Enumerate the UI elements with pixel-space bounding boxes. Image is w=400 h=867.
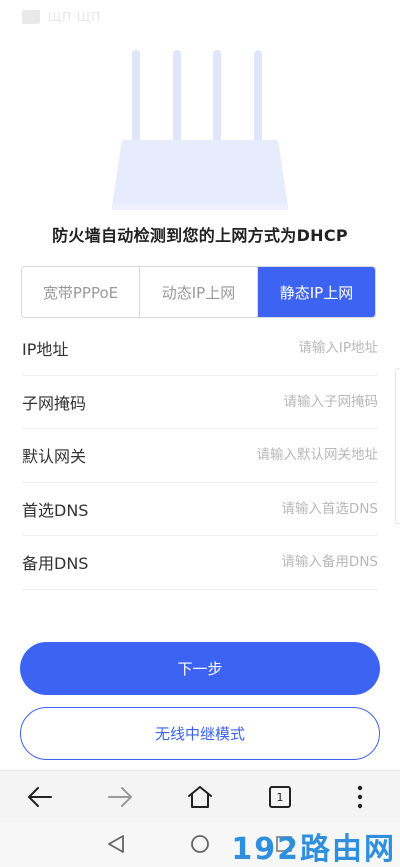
gateway-label: 默认网关 [22, 447, 87, 467]
back-icon[interactable] [24, 781, 56, 813]
gateway-input[interactable] [158, 447, 378, 464]
dns1-input[interactable] [158, 500, 378, 517]
triangle-back-icon[interactable] [104, 832, 128, 856]
tab-count: 1 [269, 786, 291, 808]
app-logo-icon [22, 10, 40, 24]
form-row-dns1: 首选DNS [22, 483, 378, 536]
ip-label: IP地址 [22, 340, 69, 360]
connection-type-tabs: 宽带PPPoE 动态IP上网 静态IP上网 [21, 266, 376, 318]
dns2-input[interactable] [158, 554, 378, 571]
status-left: ЩΠ ЩΠ [22, 10, 101, 24]
ip-input[interactable] [158, 340, 378, 357]
more-icon[interactable] [344, 781, 376, 813]
detect-message: 防火墙自动检测到您的上网方式为DHCP [52, 226, 348, 245]
tabs-icon[interactable]: 1 [264, 781, 296, 813]
next-button[interactable]: 下一步 [20, 642, 380, 695]
form-row-gateway: 默认网关 [22, 429, 378, 483]
home-icon[interactable] [184, 781, 216, 813]
tab-pppoe[interactable]: 宽带PPPoE [22, 267, 140, 317]
mask-input[interactable] [158, 393, 378, 410]
browser-toolbar: 1 [0, 770, 400, 822]
mask-label: 子网掩码 [22, 393, 87, 413]
tab-dynamic-ip[interactable]: 动态IP上网 [140, 267, 258, 317]
dns1-label: 首选DNS [22, 500, 89, 520]
form-row-dns2: 备用DNS [22, 536, 378, 590]
forward-icon[interactable] [104, 781, 136, 813]
form-row-ip: IP地址 [22, 322, 378, 376]
static-ip-form: IP地址 子网掩码 默认网关 首选DNS 备用DNS [22, 322, 378, 590]
circle-home-icon[interactable] [188, 832, 212, 856]
router-illustration [112, 50, 288, 210]
dns2-label: 备用DNS [22, 554, 89, 574]
repeater-mode-button[interactable]: 无线中继模式 [20, 707, 380, 760]
scroll-indicator[interactable] [395, 368, 400, 524]
status-title: ЩΠ ЩΠ [48, 10, 102, 24]
watermark: 192路由网 [231, 832, 396, 867]
form-row-mask: 子网掩码 [22, 376, 378, 429]
status-bar: ЩΠ ЩΠ [0, 0, 400, 32]
tab-static-ip[interactable]: 静态IP上网 [258, 267, 375, 317]
